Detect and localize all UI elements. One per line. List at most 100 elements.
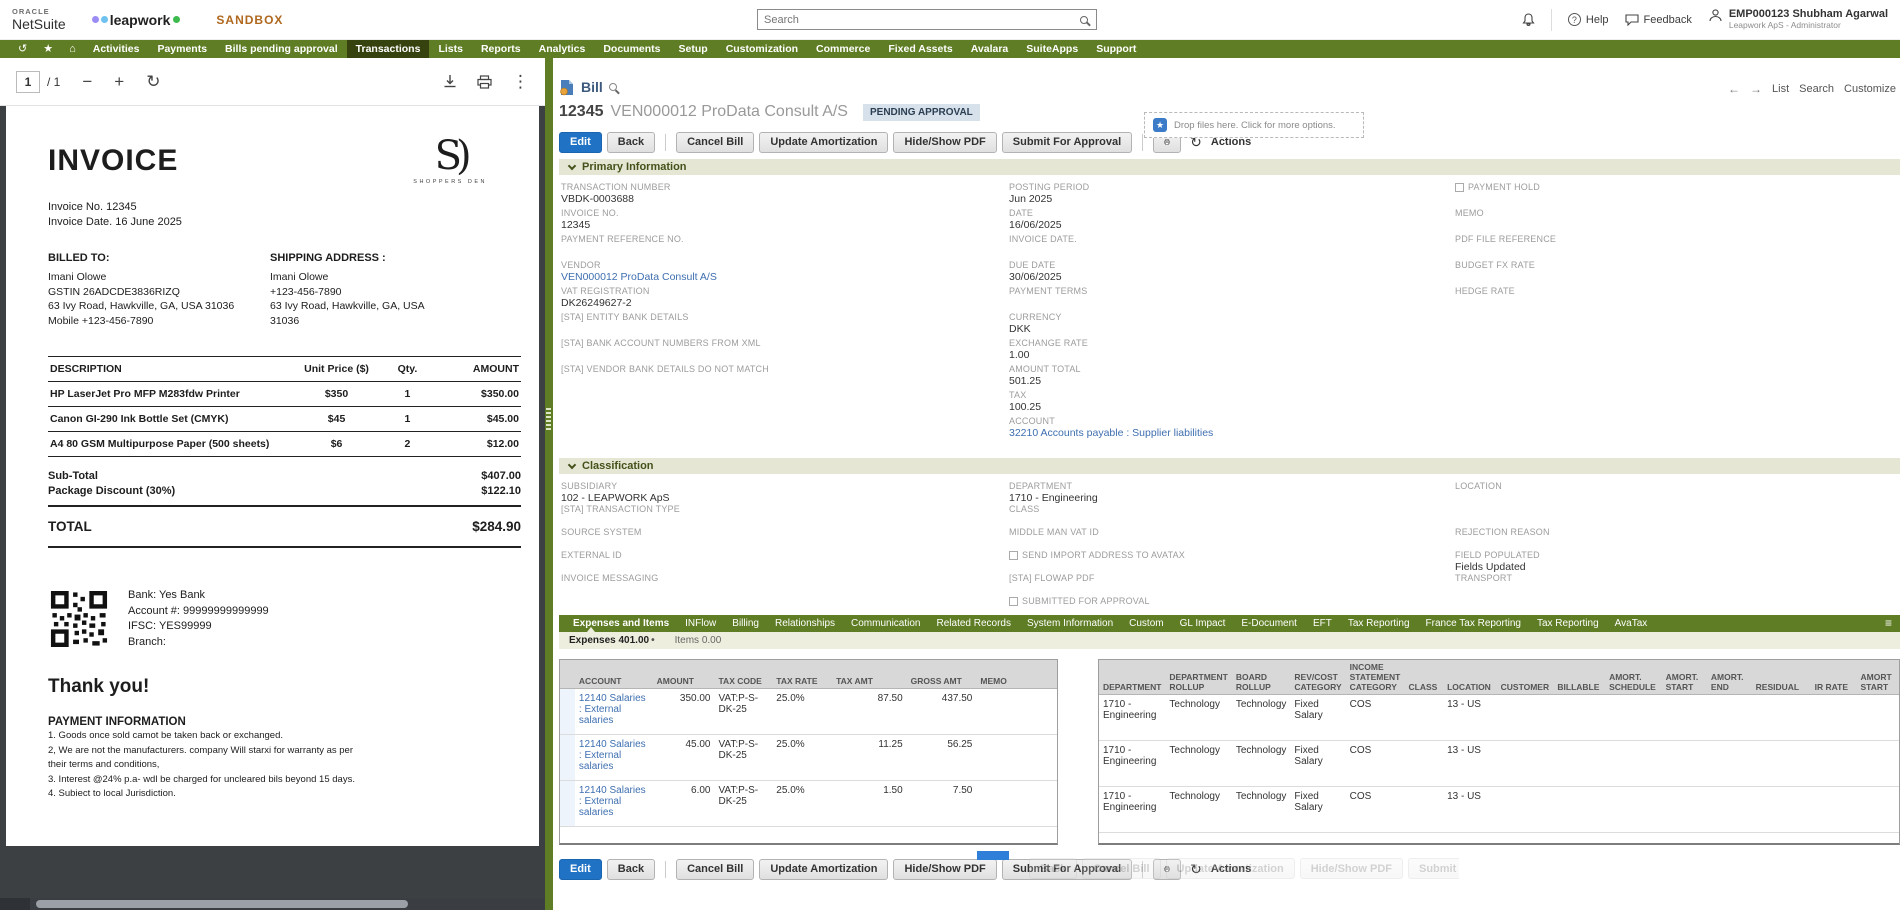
- recent-records-icon[interactable]: ↺: [10, 40, 35, 58]
- feedback-menu[interactable]: Feedback: [1624, 14, 1692, 26]
- help-menu[interactable]: ? Help: [1567, 13, 1609, 26]
- record-tab[interactable]: GL Impact: [1172, 615, 1234, 632]
- record-tab[interactable]: Related Records: [929, 615, 1019, 632]
- grid-column-header[interactable]: INCOME STATEMENT CATEGORY: [1345, 660, 1405, 695]
- nav-menu-item[interactable]: Avalara: [962, 40, 1018, 58]
- search-link[interactable]: Search: [1799, 83, 1834, 95]
- search-icon[interactable]: [1080, 15, 1088, 24]
- nav-menu-item[interactable]: Reports: [472, 40, 530, 58]
- expense-row[interactable]: 1710 - Engineering Technology Technology…: [1099, 786, 1899, 833]
- nav-menu-item[interactable]: Documents: [594, 40, 669, 58]
- record-tab[interactable]: System Information: [1019, 615, 1121, 632]
- oracle-netsuite-logo[interactable]: ORACLE NetSuite: [12, 8, 66, 31]
- record-tab[interactable]: Communication: [843, 615, 928, 632]
- grid-column-header[interactable]: DEPARTMENT: [1099, 660, 1166, 695]
- shortcuts-star-icon[interactable]: ★: [35, 40, 61, 58]
- record-tab[interactable]: AvaTax: [1607, 615, 1656, 632]
- classification-header[interactable]: Classification: [559, 458, 1900, 474]
- list-link[interactable]: List: [1772, 83, 1789, 95]
- record-tab[interactable]: INFlow: [677, 615, 724, 632]
- grid-column-header[interactable]: TAX RATE: [772, 660, 833, 689]
- print-icon[interactable]: [477, 74, 492, 89]
- nav-menu-item[interactable]: Customization: [717, 40, 807, 58]
- nav-menu-item[interactable]: Bills pending approval: [216, 40, 347, 58]
- nav-menu-item[interactable]: Commerce: [807, 40, 879, 58]
- grid-column-header[interactable]: AMORT START: [1856, 660, 1899, 695]
- grid-column-header[interactable]: MEMO: [976, 660, 1057, 689]
- pdf-page-number-input[interactable]: 1: [16, 70, 40, 93]
- action-button[interactable]: Update Amortization: [759, 858, 889, 880]
- nav-menu-item[interactable]: SuiteApps: [1017, 40, 1087, 58]
- expense-row[interactable]: 12140 Salaries : External salaries 6.00 …: [560, 780, 1057, 827]
- nav-menu-item[interactable]: Payments: [148, 40, 216, 58]
- nav-menu-item[interactable]: Analytics: [530, 40, 595, 58]
- user-menu[interactable]: EMP000123 Shubham Agarwal Leapwork ApS -…: [1708, 8, 1888, 31]
- action-button[interactable]: Submit For Approval: [1001, 131, 1133, 153]
- record-tab[interactable]: E-Document: [1233, 615, 1305, 632]
- expense-row[interactable]: 1710 - Engineering Technology Technology…: [1099, 740, 1899, 787]
- scrollbar-thumb[interactable]: [36, 900, 408, 908]
- global-search-input[interactable]: [758, 13, 1080, 26]
- grid-column-header[interactable]: DEPARTMENT ROLLUP: [1165, 660, 1232, 695]
- pdf-more-options-icon[interactable]: ⋮: [512, 73, 529, 90]
- grid-column-header[interactable]: BOARD ROLLUP: [1231, 660, 1291, 695]
- record-tab[interactable]: Custom: [1121, 615, 1171, 632]
- grid-column-header[interactable]: TAX AMT: [832, 660, 907, 689]
- back-button[interactable]: Back: [606, 858, 656, 880]
- grid-column-header[interactable]: TAX CODE: [714, 660, 773, 689]
- nav-menu-item[interactable]: Activities: [84, 40, 149, 58]
- action-button[interactable]: Hide/Show PDF: [893, 858, 997, 880]
- expense-row[interactable]: 1710 - Engineering Technology Technology…: [1099, 694, 1899, 741]
- grid-column-header[interactable]: [560, 660, 575, 689]
- row-gutter[interactable]: [560, 780, 575, 827]
- file-dropzone[interactable]: ★ Drop files here. Click for more option…: [1144, 112, 1364, 138]
- zoom-out-button[interactable]: −: [82, 73, 92, 90]
- primary-information-header[interactable]: Primary Information: [559, 159, 1900, 175]
- row-gutter[interactable]: [560, 734, 575, 781]
- record-tab[interactable]: Tax Reporting: [1529, 615, 1607, 632]
- grid-column-header[interactable]: ACCOUNT: [574, 660, 653, 689]
- back-button[interactable]: Back: [606, 131, 656, 153]
- account-link[interactable]: 12140 Salaries : External salaries: [574, 734, 653, 781]
- panel-splitter[interactable]: [545, 58, 553, 910]
- expense-row[interactable]: 12140 Salaries : External salaries 45.00…: [560, 734, 1057, 781]
- row-gutter[interactable]: [560, 688, 575, 735]
- expense-row[interactable]: 12140 Salaries : External salaries 350.0…: [560, 688, 1057, 735]
- grid-column-header[interactable]: AMORT. END: [1706, 660, 1752, 695]
- pdf-canvas[interactable]: INVOICE S) SHOPPERS DEN Invoice No. 1234…: [0, 106, 545, 898]
- nav-menu-item[interactable]: Setup: [670, 40, 717, 58]
- nav-menu-item[interactable]: Lists: [429, 40, 472, 58]
- checkbox[interactable]: [1009, 597, 1018, 606]
- checkbox[interactable]: [1455, 183, 1464, 192]
- action-button[interactable]: Cancel Bill: [676, 131, 755, 153]
- nav-menu-item[interactable]: Transactions: [346, 40, 430, 58]
- tab-overflow-menu-icon[interactable]: ≡: [1885, 615, 1900, 632]
- checkbox[interactable]: [1009, 551, 1018, 560]
- grid-column-header[interactable]: BILLABLE: [1553, 660, 1606, 695]
- record-tab[interactable]: Tax Reporting: [1340, 615, 1418, 632]
- action-button[interactable]: Update Amortization: [759, 131, 889, 153]
- grid-column-header[interactable]: RESIDUAL: [1751, 660, 1811, 695]
- grid-column-header[interactable]: CUSTOMER: [1496, 660, 1554, 695]
- account-link[interactable]: 12140 Salaries : External salaries: [574, 688, 653, 735]
- expenses-subtab[interactable]: Expenses 401.00 •: [569, 635, 655, 646]
- grid-column-header[interactable]: AMORT. SCHEDULE: [1605, 660, 1662, 695]
- record-tab[interactable]: Expenses and Items: [565, 615, 677, 632]
- grid-column-header[interactable]: AMOUNT: [652, 660, 715, 689]
- edit-button[interactable]: Edit: [559, 858, 602, 880]
- record-search-icon[interactable]: [608, 83, 617, 91]
- next-record-arrow-icon[interactable]: →: [1750, 82, 1762, 96]
- record-tab[interactable]: Relationships: [767, 615, 843, 632]
- zoom-in-button[interactable]: +: [114, 73, 124, 90]
- rotate-icon[interactable]: ↻: [146, 73, 160, 90]
- grid-column-header[interactable]: AMORT. START: [1661, 660, 1707, 695]
- grid-column-header[interactable]: CLASS: [1404, 660, 1444, 695]
- home-icon[interactable]: ⌂: [61, 40, 84, 58]
- grid-column-header[interactable]: LOCATION: [1443, 660, 1497, 695]
- action-button[interactable]: Hide/Show PDF: [893, 131, 997, 153]
- pdf-horizontal-scrollbar[interactable]: [0, 898, 545, 910]
- grid-column-header[interactable]: IR RATE: [1810, 660, 1857, 695]
- previous-record-arrow-icon[interactable]: ←: [1728, 82, 1740, 96]
- items-subtab[interactable]: Items 0.00: [675, 635, 722, 646]
- grid-column-header[interactable]: GROSS AMT: [906, 660, 977, 689]
